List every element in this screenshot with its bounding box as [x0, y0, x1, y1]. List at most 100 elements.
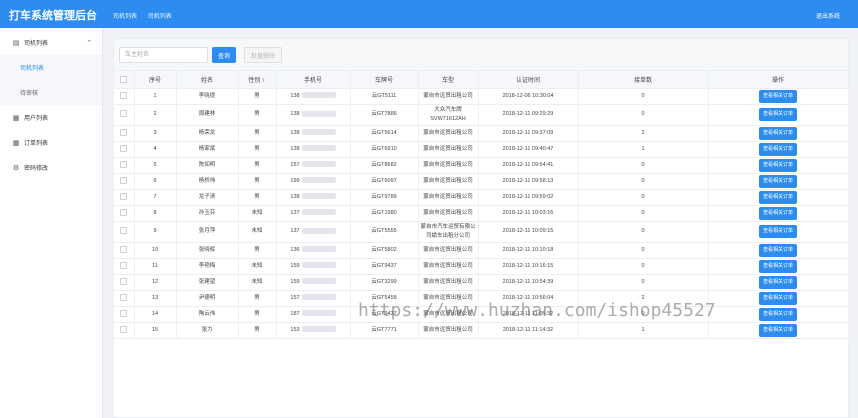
- select-all-header: [114, 71, 135, 89]
- row-checkbox[interactable]: [120, 110, 128, 118]
- sidebar-subitem-driver-list[interactable]: 司机列表: [0, 55, 102, 80]
- row-number: 10: [151, 246, 159, 253]
- row-checkbox[interactable]: [120, 227, 128, 235]
- row-select-cell: [114, 125, 135, 142]
- sort-icon[interactable]: ⇕: [261, 78, 265, 84]
- driver-name-cell: 李晓提: [176, 88, 239, 105]
- vehicle-model: 蒙自市远贸出租公司: [423, 161, 473, 168]
- plate-number-cell: 云GT6910: [350, 141, 419, 158]
- vehicle-model: 蒙自市远贸出租公司: [423, 246, 473, 253]
- row-checkbox[interactable]: [120, 261, 128, 269]
- row-checkbox[interactable]: [120, 309, 128, 317]
- driver-name: 张月萍: [198, 228, 216, 234]
- sidebar-item-drivers[interactable]: ▤ 司机列表 ⌃: [0, 30, 102, 55]
- column-header-gender[interactable]: 性别⇕: [238, 71, 277, 89]
- row-checkbox[interactable]: [120, 245, 128, 253]
- search-button[interactable]: 查询: [212, 47, 236, 63]
- phone-redaction-blur: [301, 278, 336, 285]
- select-all-checkbox[interactable]: [120, 75, 128, 83]
- view-orders-button[interactable]: 查看相关订单: [758, 243, 797, 257]
- row-number: 4: [153, 145, 157, 152]
- row-number-cell: 15: [134, 322, 177, 339]
- driver-name-cell: 尹德明: [176, 290, 239, 307]
- breadcrumb-item[interactable]: 司机列表: [113, 14, 137, 20]
- order-count-cell: 0: [578, 104, 709, 126]
- table-row: 5 陈如明 男 157 云GT8682 蒙自市远贸出租公司 2018-12-11 09:54…: [114, 157, 849, 174]
- driver-phone: 138: [290, 193, 300, 200]
- order-count: 1: [641, 145, 645, 152]
- chevron-up-icon[interactable]: ⌃: [86, 39, 92, 47]
- view-orders-button[interactable]: 查看相关订单: [758, 307, 797, 321]
- view-orders-button[interactable]: 查看相关订单: [758, 323, 797, 337]
- view-orders-button[interactable]: 查看相关订单: [758, 190, 797, 204]
- view-orders-button[interactable]: 查看相关订单: [758, 142, 797, 156]
- grid-icon: ▦: [12, 139, 20, 147]
- action-cell: 查看相关订单: [708, 306, 849, 323]
- row-select-cell: [114, 88, 135, 105]
- driver-name-search-input[interactable]: [119, 47, 208, 63]
- row-checkbox[interactable]: [120, 192, 128, 200]
- row-checkbox[interactable]: [120, 208, 128, 216]
- row-checkbox[interactable]: [120, 293, 128, 301]
- row-select-cell: [114, 221, 135, 243]
- view-orders-button[interactable]: 查看相关订单: [758, 126, 797, 140]
- certified-time-cell: 2018-12-11 09:59:02: [478, 189, 579, 206]
- row-checkbox[interactable]: [120, 128, 128, 136]
- view-orders-button[interactable]: 查看相关订单: [758, 174, 797, 188]
- certified-time: 2018-12-11 09:37:09: [502, 129, 554, 136]
- row-checkbox[interactable]: [120, 91, 128, 99]
- sidebar-subitem-pending-review[interactable]: 待审核: [0, 80, 102, 105]
- driver-phone-cell: 199: [276, 173, 351, 190]
- driver-gender: 男: [254, 246, 260, 253]
- sidebar-item-orders[interactable]: ▦ 订单列表: [0, 130, 102, 155]
- order-count-cell: 0: [578, 189, 709, 206]
- driver-name-cell: 陶云伟: [176, 306, 239, 323]
- action-cell: 查看相关订单: [708, 104, 849, 126]
- certified-time-cell: 2018-12-11 10:16:15: [478, 258, 579, 275]
- order-count: 0: [641, 111, 645, 117]
- app-title: 打车系统管理后台: [9, 10, 97, 22]
- vehicle-model: 蒙自市远贸出租公司: [423, 310, 473, 317]
- sidebar-item-users[interactable]: ▦ 用户列表: [0, 105, 102, 130]
- driver-name: 李艳梅: [198, 262, 216, 269]
- vehicle-model: 蒙自市远贸出租公司: [423, 326, 473, 333]
- driver-gender: 男: [254, 310, 260, 317]
- table-row: 11 李艳梅 未知 159 云GT9437 蒙自市远贸出租公司 2018-12-11 10:…: [114, 258, 849, 275]
- view-orders-button[interactable]: 查看相关订单: [758, 225, 797, 238]
- view-orders-button[interactable]: 查看相关订单: [758, 158, 797, 172]
- breadcrumb-item[interactable]: 司机列表: [148, 14, 172, 20]
- order-count: 0: [641, 92, 645, 99]
- column-header-label: 性别: [248, 77, 261, 84]
- vehicle-model: 蒙自市远贸出租公司: [423, 278, 473, 285]
- row-checkbox[interactable]: [120, 325, 128, 333]
- certified-time: 2018-12-11 09:58:13: [502, 177, 554, 184]
- view-orders-button[interactable]: 查看相关订单: [758, 291, 797, 305]
- row-number-cell: 1: [134, 88, 177, 105]
- view-orders-button[interactable]: 查看相关订单: [758, 89, 797, 103]
- phone-redaction-blur: [301, 129, 336, 136]
- view-orders-button[interactable]: 查看相关订单: [758, 108, 797, 121]
- table-row: 7 龙子清 男 138 云GT9789 蒙自市远贸出租公司 2018-12-11 09:59…: [114, 189, 849, 206]
- plate-number: 云GT5111: [371, 92, 397, 99]
- plate-number-cell: 云GT9789: [350, 189, 419, 206]
- row-checkbox[interactable]: [120, 160, 128, 168]
- driver-name: 张力: [201, 326, 213, 333]
- row-checkbox[interactable]: [120, 176, 128, 184]
- plate-number: 云GT5802: [371, 246, 397, 253]
- driver-phone-cell: 136: [276, 242, 351, 259]
- sidebar-item-password[interactable]: ⚙ 密码修改: [0, 155, 102, 180]
- view-orders-button[interactable]: 查看相关订单: [758, 275, 797, 289]
- driver-gender-cell: 男: [238, 290, 277, 307]
- driver-gender-cell: 未知: [238, 274, 277, 291]
- view-orders-button[interactable]: 查看相关订单: [758, 206, 797, 220]
- logout-link[interactable]: 退出系统: [816, 11, 840, 20]
- bulk-delete-button[interactable]: 批量删除: [244, 47, 282, 63]
- vehicle-model: 蒙自市远贸出租公司: [423, 129, 473, 136]
- row-checkbox[interactable]: [120, 277, 128, 285]
- row-number-cell: 14: [134, 306, 177, 323]
- driver-gender-cell: 男: [238, 306, 277, 323]
- view-orders-button[interactable]: 查看相关订单: [758, 259, 797, 273]
- driver-phone: 138: [290, 145, 300, 152]
- plate-number-cell: 云GT5802: [350, 242, 419, 259]
- row-checkbox[interactable]: [120, 144, 128, 152]
